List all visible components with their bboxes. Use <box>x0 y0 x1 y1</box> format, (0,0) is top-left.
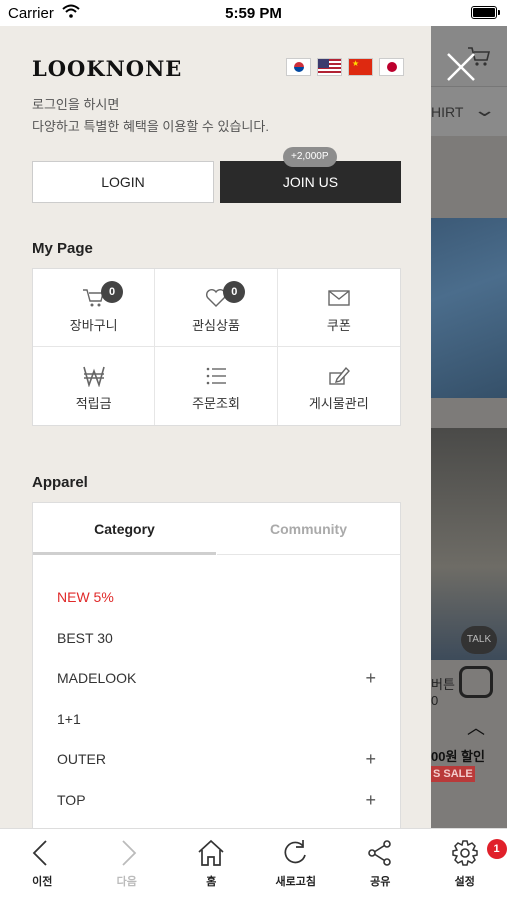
category-label: NEW 5% <box>57 589 114 605</box>
envelope-icon <box>328 290 350 306</box>
category-list: NEW 5% BEST 30 MADELOOK + 1+1 OUTER + TOP + <box>33 577 400 820</box>
category-panel: Category Community NEW 5% BEST 30 MADELO… <box>32 502 401 828</box>
category-item[interactable]: OUTER + <box>33 739 400 780</box>
price-text: 00원 할인 <box>431 749 485 764</box>
settings-button[interactable]: 1 설정 <box>423 829 507 900</box>
my-page-item-label: 주문조회 <box>192 396 240 411</box>
category-label: 1+1 <box>57 710 81 727</box>
login-button[interactable]: LOGIN <box>32 161 214 203</box>
refresh-button[interactable]: 새로고침 <box>254 829 339 900</box>
expand-icon[interactable]: + <box>365 780 376 820</box>
sale-label: S SALE <box>431 766 475 782</box>
chat-icon <box>459 666 493 698</box>
category-item[interactable]: 1+1 <box>33 699 400 740</box>
clock: 5:59 PM <box>225 5 282 22</box>
my-page-item-label: 쿠폰 <box>326 318 351 333</box>
close-icon[interactable] <box>444 50 478 84</box>
my-page-item-label: 게시물관리 <box>308 396 369 411</box>
category-item[interactable]: TOP + <box>33 780 400 821</box>
cart-count-badge: 0 <box>101 281 123 303</box>
battery-icon <box>471 6 500 19</box>
refresh-icon <box>284 840 306 864</box>
bg-tab-label: HIRT <box>431 104 464 120</box>
back-icon <box>32 840 47 866</box>
chevron-down-icon: ⌄ <box>472 100 497 120</box>
side-drawer: LOOKNONE ★ 로그인을 하시면 다양하고 특별한 혜택을 이용할 수 있… <box>0 26 431 828</box>
my-page-title: My Page <box>32 240 93 257</box>
status-bar: Carrier 5:59 PM <box>0 0 507 26</box>
category-label: BEST 30 <box>57 629 113 646</box>
logo: LOOKNONE <box>32 56 183 81</box>
wishlist-count-badge: 0 <box>223 281 246 303</box>
forward-button[interactable]: 다음 <box>85 829 170 900</box>
category-label: TOP <box>57 791 86 808</box>
talk-button: TALK <box>461 626 497 654</box>
expand-icon[interactable]: + <box>365 658 376 698</box>
category-item[interactable]: NEW 5% <box>33 577 400 618</box>
category-item[interactable]: BEST 30 <box>33 618 400 659</box>
toolbar-label: 홈 <box>206 876 217 888</box>
product-image <box>431 218 507 398</box>
china-flag[interactable]: ★ <box>348 58 373 76</box>
apparel-title: Apparel <box>32 474 88 491</box>
expand-icon[interactable]: + <box>365 739 376 779</box>
category-label: MADELOOK <box>57 670 137 686</box>
my-page-cart[interactable]: 0 장바구니 <box>33 269 156 347</box>
my-page-orders[interactable]: 주문조회 <box>155 347 278 425</box>
notification-badge: 1 <box>486 839 507 859</box>
product-text: 버튼 <box>431 677 455 692</box>
bottom-toolbar: 이전 다음 홈 새로고침 공유 1 설정 <box>0 828 507 900</box>
category-item[interactable]: MADELOOK + <box>33 658 400 699</box>
join-point-badge: +2,000P <box>283 147 337 167</box>
background-page: HIRT ⌄ TALK 버튼 0 ︿ 00원 할인 S SALE <box>431 26 507 828</box>
toolbar-label: 공유 <box>370 876 391 888</box>
my-page-posts[interactable]: 게시물관리 <box>278 347 400 425</box>
toolbar-label: 이전 <box>32 876 53 888</box>
login-message-line: 로그인을 하시면 <box>32 97 120 112</box>
usa-flag[interactable] <box>317 58 342 76</box>
login-message-line: 다양하고 특별한 혜택을 이용할 수 있습니다. <box>32 119 269 134</box>
login-message: 로그인을 하시면 다양하고 특별한 혜택을 이용할 수 있습니다. <box>32 94 269 138</box>
toolbar-label: 설정 <box>454 876 475 888</box>
my-page-item-label: 장바구니 <box>69 318 118 333</box>
my-page-points[interactable]: 적립금 <box>33 347 156 425</box>
forward-icon <box>122 840 137 866</box>
japan-flag[interactable] <box>379 58 404 76</box>
settings-icon <box>452 840 478 866</box>
join-button[interactable]: JOIN US <box>220 161 401 203</box>
home-icon <box>198 839 224 866</box>
back-button[interactable]: 이전 <box>0 829 85 900</box>
edit-icon <box>329 366 350 385</box>
product-text: 0 <box>431 693 439 708</box>
chevron-up-icon: ︿ <box>467 718 485 738</box>
home-button[interactable]: 홈 <box>169 829 254 900</box>
category-label: OUTER <box>57 751 106 767</box>
my-page-grid: 0 장바구니 0 관심상품 쿠폰 적립금 주문조회 게시물관리 <box>32 268 401 426</box>
product-image <box>431 428 507 660</box>
my-page-item-label: 적립금 <box>75 396 112 411</box>
my-page-wishlist[interactable]: 0 관심상품 <box>155 269 278 347</box>
my-page-item-label: 관심상품 <box>192 318 240 333</box>
korea-flag[interactable] <box>286 58 311 76</box>
my-page-coupon[interactable]: 쿠폰 <box>277 269 400 347</box>
toolbar-label: 다음 <box>116 876 137 888</box>
tab-category[interactable]: Category <box>33 503 216 555</box>
tab-community[interactable]: Community <box>217 503 400 555</box>
share-button[interactable]: 공유 <box>338 829 423 900</box>
language-flags: ★ <box>286 58 404 76</box>
won-icon <box>82 366 105 387</box>
share-icon <box>368 840 392 866</box>
toolbar-label: 새로고침 <box>275 876 316 888</box>
list-icon <box>206 367 226 385</box>
